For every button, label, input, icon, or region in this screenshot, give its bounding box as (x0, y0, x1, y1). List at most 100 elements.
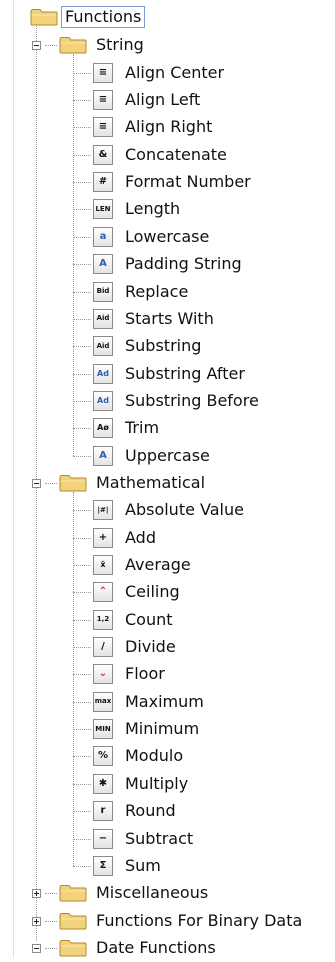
tree-leaf-mathematical-label[interactable]: Divide (125, 636, 176, 658)
tree-leaf-mathematical-label[interactable]: Average (125, 554, 191, 576)
tree-connector (73, 455, 91, 457)
tree-connector (73, 236, 91, 238)
folder-open-icon (59, 474, 87, 492)
tree-folder-collapsed-0-label[interactable]: Miscellaneous (96, 882, 208, 904)
tree-leaf-mathematical-label[interactable]: Subtract (125, 828, 193, 850)
tree-row-mathematical-0[interactable]: |#| Absolute Value (0, 497, 335, 524)
tree-leaf-mathematical-label[interactable]: Add (125, 527, 156, 549)
tree-row-string-5[interactable]: LEN Length (0, 196, 335, 223)
tree-row-mathematical-11[interactable]: r Round (0, 798, 335, 825)
tree-leaf-string-label[interactable]: Align Right (125, 116, 212, 138)
folder-open-icon (30, 8, 58, 26)
tree-item-root-label[interactable]: Functions (61, 6, 146, 28)
round-icon: r (93, 801, 113, 822)
tree-leaf-string-label[interactable]: Concatenate (125, 144, 227, 166)
tree-connector (73, 264, 91, 266)
plus-icon: + (93, 527, 113, 548)
tree-row-mathematical-7[interactable]: max Maximum (0, 689, 335, 716)
tree-connector (73, 428, 91, 430)
tree-leaf-string-label[interactable]: Trim (125, 417, 159, 439)
tree-row-string[interactable]: String (0, 32, 335, 59)
tree-row-string-2[interactable]: ≡ Align Right (0, 114, 335, 141)
tree-row-string-10[interactable]: Aid Substring (0, 333, 335, 360)
tree-leaf-string-label[interactable]: Align Center (125, 62, 224, 84)
tree-leaf-mathematical-label[interactable]: Sum (125, 855, 161, 877)
starts-with-icon: Aid (93, 308, 113, 329)
tree-connector (45, 920, 57, 922)
tree-row-string-3[interactable]: & Concatenate (0, 142, 335, 169)
collapse-toggle-icon[interactable] (32, 478, 41, 488)
tree-row-mathematical-10[interactable]: ✱ Multiply (0, 771, 335, 798)
modulo-icon: % (93, 746, 113, 767)
tree-connector (73, 783, 91, 785)
tree-folder-mathematical-label[interactable]: Mathematical (96, 472, 205, 494)
substring-after-icon: Ad (93, 363, 113, 384)
tree-folder-collapsed-1-label[interactable]: Functions For Binary Data (96, 910, 302, 932)
tree-leaf-mathematical-label[interactable]: Floor (125, 663, 165, 685)
tree-connector (45, 947, 57, 949)
tree-leaf-mathematical-label[interactable]: Ceiling (125, 581, 180, 603)
replace-icon: Bid (93, 281, 113, 302)
tree-leaf-string-label[interactable]: Format Number (125, 171, 251, 193)
length-icon: LEN (93, 199, 113, 220)
tree-row-string-13[interactable]: Aø Trim (0, 415, 335, 442)
expand-toggle-icon[interactable] (32, 916, 41, 926)
tree-leaf-string-label[interactable]: Lowercase (125, 226, 209, 248)
tree-leaf-string-label[interactable]: Padding String (125, 253, 242, 275)
tree-connector (73, 400, 91, 402)
tree-row-mathematical-9[interactable]: % Modulo (0, 743, 335, 770)
tree-leaf-string-label[interactable]: Align Left (125, 89, 200, 111)
collapse-toggle-icon[interactable] (32, 41, 41, 51)
tree-leaf-mathematical-label[interactable]: Count (125, 609, 173, 631)
minimum-icon: MIN (93, 719, 113, 740)
tree-row-string-7[interactable]: A Padding String (0, 251, 335, 278)
tree-folder-collapsed-2-label[interactable]: Date Functions (96, 937, 216, 959)
minus-icon: − (93, 828, 113, 849)
align-right-icon: ≡ (93, 117, 113, 138)
tree-branch-line (73, 491, 74, 866)
tree-connector (73, 318, 91, 320)
tree-row-string-1[interactable]: ≡ Align Left (0, 87, 335, 114)
tree-leaf-string-label[interactable]: Replace (125, 281, 188, 303)
tree-row-mathematical-5[interactable]: / Divide (0, 634, 335, 661)
tree-row-mathematical-13[interactable]: Σ Sum (0, 853, 335, 880)
tree-row-mathematical-8[interactable]: MIN Minimum (0, 716, 335, 743)
tree-leaf-mathematical-label[interactable]: Modulo (125, 745, 183, 767)
tree-leaf-mathematical-label[interactable]: Maximum (125, 691, 204, 713)
tree-row-string-11[interactable]: Ad Substring After (0, 361, 335, 388)
tree-leaf-mathematical-label[interactable]: Multiply (125, 773, 188, 795)
tree-leaf-mathematical-label[interactable]: Round (125, 800, 176, 822)
tree-leaf-string-label[interactable]: Substring (125, 335, 201, 357)
tree-row-collapsed-0[interactable]: Miscellaneous (0, 880, 335, 907)
tree-row-mathematical-3[interactable]: ⌃ Ceiling (0, 579, 335, 606)
tree-connector (73, 811, 91, 813)
tree-row-string-6[interactable]: a Lowercase (0, 224, 335, 251)
tree-row-string-0[interactable]: ≡ Align Center (0, 60, 335, 87)
tree-row-mathematical-1[interactable]: + Add (0, 525, 335, 552)
tree-row-collapsed-1[interactable]: Functions For Binary Data (0, 908, 335, 935)
tree-row-mathematical-12[interactable]: − Subtract (0, 826, 335, 853)
tree-row-mathematical-6[interactable]: ⌄ Floor (0, 661, 335, 688)
tree-connector (73, 510, 91, 512)
tree-leaf-string-label[interactable]: Substring Before (125, 390, 259, 412)
tree-folder-string-label[interactable]: String (96, 34, 144, 56)
tree-leaf-string-label[interactable]: Substring After (125, 363, 245, 385)
expand-toggle-icon[interactable] (32, 889, 41, 899)
tree-row-string-4[interactable]: # Format Number (0, 169, 335, 196)
tree-row-mathematical-2[interactable]: x̄ Average (0, 552, 335, 579)
tree-row-string-9[interactable]: Aid Starts With (0, 306, 335, 333)
tree-row-string-12[interactable]: Ad Substring Before (0, 388, 335, 415)
tree-leaf-string-label[interactable]: Uppercase (125, 445, 210, 467)
tree-leaf-string-label[interactable]: Starts With (125, 308, 214, 330)
tree-row-mathematical[interactable]: Mathematical (0, 470, 335, 497)
tree-row-mathematical-4[interactable]: 1,2 Count (0, 607, 335, 634)
tree-leaf-mathematical-label[interactable]: Absolute Value (125, 499, 244, 521)
tree-leaf-mathematical-label[interactable]: Minimum (125, 718, 199, 740)
padding-string-icon: A (93, 254, 113, 275)
tree-connector (73, 100, 91, 102)
tree-leaf-string-label[interactable]: Length (125, 198, 180, 220)
tree-connector (73, 565, 91, 566)
tree-row-string-8[interactable]: Bid Replace (0, 279, 335, 306)
collapse-toggle-icon[interactable] (32, 943, 41, 953)
tree-row-string-14[interactable]: A Uppercase (0, 443, 335, 470)
